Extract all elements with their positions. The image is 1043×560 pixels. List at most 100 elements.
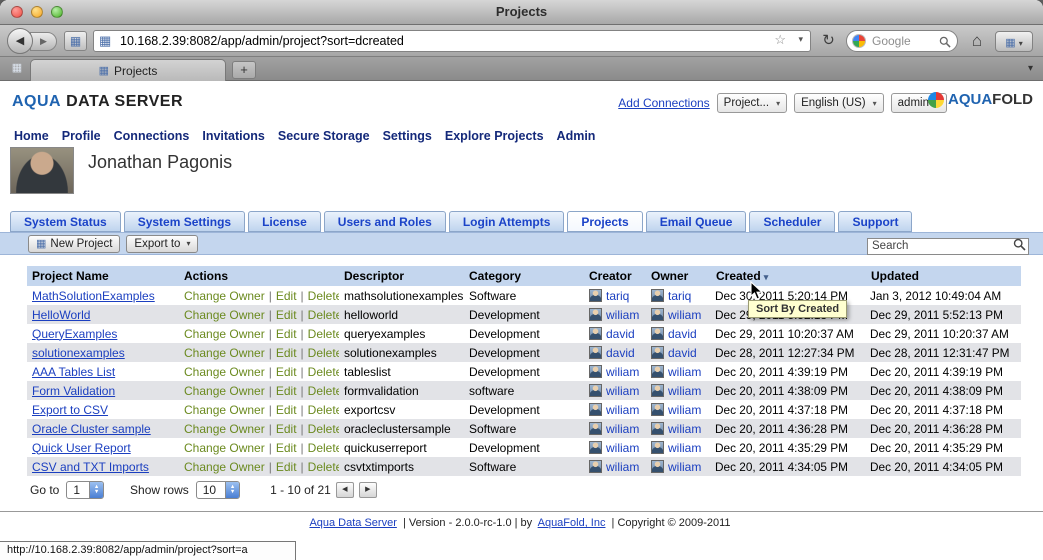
owner-link[interactable]: wiliam: [668, 422, 701, 436]
stepper-arrows-icon[interactable]: ▲ ▼: [225, 482, 240, 498]
nav-invitations[interactable]: Invitations: [202, 129, 265, 143]
close-button[interactable]: [11, 6, 23, 18]
owner-link[interactable]: wiliam: [668, 460, 701, 474]
change-owner-link[interactable]: Change Owner: [184, 422, 265, 436]
nav-connections[interactable]: Connections: [114, 129, 190, 143]
edit-link[interactable]: Edit: [276, 365, 297, 379]
creator-link[interactable]: wiliam: [606, 441, 639, 455]
stepper-arrows-icon[interactable]: ▲ ▼: [89, 482, 104, 498]
nav-explore-projects[interactable]: Explore Projects: [445, 129, 544, 143]
project-select[interactable]: Project... ▾: [716, 93, 788, 113]
back-button[interactable]: ◀: [7, 28, 33, 54]
edit-link[interactable]: Edit: [276, 327, 297, 341]
creator-link[interactable]: wiliam: [606, 460, 639, 474]
show-rows-select[interactable]: 10 ▲ ▼: [195, 481, 241, 499]
owner-link[interactable]: wiliam: [668, 365, 701, 379]
delete-link[interactable]: Delete: [308, 384, 339, 398]
minimize-button[interactable]: [31, 6, 43, 18]
search-input[interactable]: [867, 237, 1029, 255]
page-icon-button[interactable]: ▦: [64, 31, 87, 51]
project-name-link[interactable]: HelloWorld: [32, 308, 90, 322]
edit-link[interactable]: Edit: [276, 384, 297, 398]
delete-link[interactable]: Delete: [308, 460, 339, 474]
edit-link[interactable]: Edit: [276, 289, 297, 303]
delete-link[interactable]: Delete: [308, 327, 339, 341]
browser-tab-projects[interactable]: ▦ Projects: [30, 59, 226, 81]
nav-settings[interactable]: Settings: [383, 129, 432, 143]
delete-link[interactable]: Delete: [308, 403, 339, 417]
reload-button[interactable]: ↻: [817, 30, 840, 52]
bookmark-star-icon[interactable]: ☆: [774, 32, 786, 48]
change-owner-link[interactable]: Change Owner: [184, 327, 265, 341]
all-tabs-dropdown-icon[interactable]: ▾: [1028, 63, 1033, 74]
change-owner-link[interactable]: Change Owner: [184, 365, 265, 379]
project-name-link[interactable]: Export to CSV: [32, 403, 108, 417]
search-icon[interactable]: [939, 35, 951, 53]
project-name-link[interactable]: QueryExamples: [32, 327, 117, 341]
owner-link[interactable]: david: [668, 346, 697, 360]
creator-link[interactable]: wiliam: [606, 422, 639, 436]
edit-link[interactable]: Edit: [276, 460, 297, 474]
new-project-button[interactable]: ▦ New Project: [28, 234, 121, 253]
column-created[interactable]: Created ▾: [711, 266, 866, 286]
delete-link[interactable]: Delete: [308, 365, 339, 379]
change-owner-link[interactable]: Change Owner: [184, 384, 265, 398]
column-descriptor[interactable]: Descriptor: [339, 266, 464, 286]
project-name-link[interactable]: Oracle Cluster sample: [32, 422, 151, 436]
delete-link[interactable]: Delete: [308, 422, 339, 436]
project-name-link[interactable]: AAA Tables List: [32, 365, 115, 379]
project-name-link[interactable]: CSV and TXT Imports: [32, 460, 149, 474]
nav-home[interactable]: Home: [14, 129, 49, 143]
url-text[interactable]: 10.168.2.39:8082/app/admin/project?sort=…: [120, 31, 766, 51]
column-updated[interactable]: Updated: [866, 266, 1021, 286]
delete-link[interactable]: Delete: [308, 441, 339, 455]
delete-link[interactable]: Delete: [308, 346, 339, 360]
column-owner[interactable]: Owner: [646, 266, 711, 286]
project-name-link[interactable]: MathSolutionExamples: [32, 289, 155, 303]
tab-login-attempts[interactable]: Login Attempts: [448, 211, 565, 232]
tab-system-settings[interactable]: System Settings: [123, 211, 246, 232]
url-bar[interactable]: ▦ 10.168.2.39:8082/app/admin/project?sor…: [93, 30, 811, 52]
edit-link[interactable]: Edit: [276, 308, 297, 322]
delete-link[interactable]: Delete: [308, 289, 339, 303]
browser-search-field[interactable]: Google: [846, 30, 958, 52]
change-owner-link[interactable]: Change Owner: [184, 460, 265, 474]
nav-profile[interactable]: Profile: [62, 129, 101, 143]
delete-link[interactable]: Delete: [308, 308, 339, 322]
edit-link[interactable]: Edit: [276, 346, 297, 360]
search-icon[interactable]: [1013, 238, 1026, 256]
language-select[interactable]: English (US) ▾: [794, 93, 884, 113]
url-dropdown-icon[interactable]: ▾: [798, 34, 803, 45]
tab-groups-button[interactable]: ▦: [8, 61, 26, 77]
project-name-link[interactable]: Form Validation: [32, 384, 115, 398]
change-owner-link[interactable]: Change Owner: [184, 403, 265, 417]
owner-link[interactable]: wiliam: [668, 403, 701, 417]
tab-projects[interactable]: Projects: [567, 211, 643, 232]
column-actions[interactable]: Actions: [179, 266, 339, 286]
nav-admin[interactable]: Admin: [557, 129, 596, 143]
owner-link[interactable]: wiliam: [668, 308, 701, 322]
creator-link[interactable]: david: [606, 327, 635, 341]
zoom-button[interactable]: [51, 6, 63, 18]
forward-button[interactable]: ▶: [30, 32, 57, 51]
creator-link[interactable]: tariq: [606, 289, 629, 303]
add-connections-link[interactable]: Add Connections: [618, 96, 709, 110]
creator-link[interactable]: wiliam: [606, 308, 639, 322]
tab-support[interactable]: Support: [838, 211, 913, 232]
home-button[interactable]: ⌂: [966, 30, 988, 52]
next-page-button[interactable]: ▶: [358, 482, 377, 498]
edit-link[interactable]: Edit: [276, 441, 297, 455]
column-category[interactable]: Category: [464, 266, 584, 286]
project-name-link[interactable]: Quick User Report: [32, 441, 131, 455]
creator-link[interactable]: wiliam: [606, 365, 639, 379]
footer-company-link[interactable]: AquaFold, Inc: [538, 517, 606, 529]
creator-link[interactable]: wiliam: [606, 403, 639, 417]
edit-link[interactable]: Edit: [276, 403, 297, 417]
prev-page-button[interactable]: ◀: [335, 482, 354, 498]
column-project-name[interactable]: Project Name: [27, 266, 179, 286]
owner-link[interactable]: wiliam: [668, 441, 701, 455]
tab-email-queue[interactable]: Email Queue: [645, 211, 747, 232]
nav-secure-storage[interactable]: Secure Storage: [278, 129, 370, 143]
column-creator[interactable]: Creator: [584, 266, 646, 286]
tab-users-and-roles[interactable]: Users and Roles: [323, 211, 446, 232]
